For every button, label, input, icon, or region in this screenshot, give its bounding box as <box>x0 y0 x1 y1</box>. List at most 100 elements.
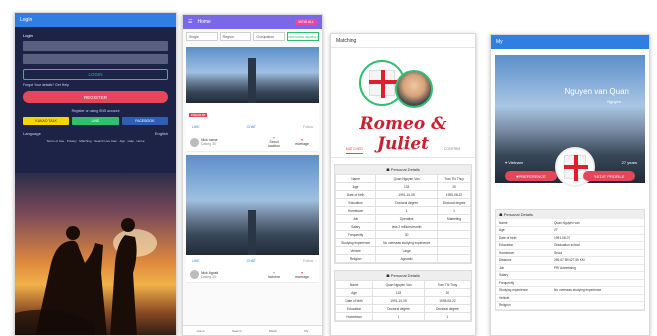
table-cell: 1991-10-05 <box>375 190 439 199</box>
table-row: Frequently <box>496 279 644 287</box>
gift-icon <box>369 70 397 98</box>
table-cell: Religion <box>496 301 551 310</box>
filter-region[interactable]: Region <box>219 32 252 41</box>
table-cell: Name <box>334 280 374 289</box>
nav-match[interactable]: Match <box>269 329 277 333</box>
table-cell <box>551 271 644 280</box>
comparison-table: Name Quan Nguyen Van Tran Thi Thuy Age 133 20… <box>334 174 471 263</box>
table-cell: Quan Nguyen Van <box>372 280 425 289</box>
table-cell: Distance <box>496 256 551 265</box>
register-button-label: REGISTER <box>83 94 107 100</box>
table-row: Education Doctoral degree Doctoral degree <box>334 198 471 207</box>
table-cell: Job <box>334 214 377 223</box>
table-row: Religion <box>496 301 644 310</box>
like-button[interactable]: LIKE <box>192 259 200 263</box>
table-row: Distance 265.67 MI/427.55 KM <box>496 256 644 265</box>
edit-profile-label: EDIT PROFILE <box>597 173 625 179</box>
table-cell <box>437 246 471 255</box>
social-buttons: KAKAO TALK LINE FACEBOOK <box>23 117 168 125</box>
profile-appbar: My <box>491 35 649 49</box>
table-row: Name Quan Nguyen van <box>496 219 644 227</box>
table-cell: Frequently <box>496 279 551 287</box>
section-header: ☗ Personal Details <box>335 165 471 174</box>
table-cell: Studying experience <box>334 238 377 247</box>
avatar[interactable] <box>190 137 199 147</box>
facebook-button[interactable]: FACEBOOK <box>121 117 168 125</box>
section-title: Personal Details <box>390 167 420 172</box>
table-cell: Salary <box>496 271 551 280</box>
profile-name: Nguyen van Quan <box>564 87 630 96</box>
table-row: Religion Agnostic <box>334 254 471 263</box>
follow-button[interactable]: Follow <box>303 125 313 129</box>
table-row: Job PR/ Advertising <box>496 264 644 272</box>
footer-links[interactable]: Terms of Use · Privacy · Matching · Sear… <box>23 139 168 143</box>
table-cell: Age <box>496 226 551 235</box>
table-cell: Date of birth <box>334 296 374 305</box>
section-title: Personal Details <box>390 273 420 278</box>
preference-button[interactable]: ♥ PREFERENCE <box>505 171 557 181</box>
like-button[interactable]: LIKE <box>192 125 200 129</box>
couple-sunset-image <box>15 173 176 335</box>
bottom-nav: Home Search Match My <box>183 325 322 335</box>
table-cell: Name <box>496 219 551 227</box>
edit-profile-button[interactable]: ✎ EDIT PROFILE <box>583 171 635 181</box>
table-cell: Date of birth <box>334 190 377 199</box>
table-cell: Age <box>334 182 377 191</box>
profile-gift-avatar[interactable] <box>555 147 595 187</box>
table-row: Age 27 <box>496 226 644 235</box>
follow-button[interactable]: Follow <box>303 259 313 263</box>
table-cell: 1 <box>375 206 439 215</box>
view-all-button[interactable]: VIEW ALL <box>295 19 317 25</box>
city-photo <box>186 47 319 103</box>
line-button[interactable]: LINE <box>72 117 119 125</box>
nav-my[interactable]: My <box>304 329 308 333</box>
username-field[interactable] <box>23 41 168 51</box>
table-cell <box>437 230 471 239</box>
language-value: English <box>154 131 168 136</box>
filter-occupation[interactable]: Occupation <box>253 32 286 41</box>
table-cell: Hometown <box>334 206 377 215</box>
table-cell: 1995-08-22 <box>423 296 472 305</box>
password-field[interactable] <box>23 54 168 64</box>
table-row: Age 133 20 <box>334 182 471 191</box>
user-sub: Dating 30 <box>201 142 216 146</box>
user-photo-avatar[interactable] <box>395 70 433 108</box>
user-sub: Dating 30 <box>201 274 216 279</box>
sns-divider: Register or using SNS account <box>71 109 120 113</box>
login-button[interactable]: LOGIN <box>23 69 168 80</box>
table-cell: Job <box>496 264 551 272</box>
table-row: Date of birth 1991-08-07 <box>496 234 644 242</box>
personal-details-section: ☗ Personal Details Name Quan Nguyen Van Tr… <box>334 164 472 264</box>
matching-screen: Matching Romeo & Juliet MATCHED REQUESTE… <box>330 33 476 336</box>
filter-single[interactable]: Single <box>186 32 218 41</box>
language-row[interactable]: Language English <box>23 131 168 136</box>
kakao-button[interactable]: KAKAO TALK <box>23 117 70 125</box>
menu-icon[interactable]: ☰ <box>188 19 192 25</box>
table-cell: Age <box>334 288 374 297</box>
match-hero: Romeo & Juliet <box>331 48 475 154</box>
forgot-link[interactable]: Forgot Your details? Get Help <box>23 83 168 87</box>
table-cell: Doctoral degree <box>437 198 471 207</box>
avatar[interactable] <box>190 270 199 279</box>
table-row: Salary less 2 millions/month <box>334 222 471 231</box>
feed-card[interactable]: PREMIUM LIKE CHAT Follow Nick name Datin… <box>186 47 319 152</box>
profile-age: 27 years <box>621 160 637 165</box>
chat-button[interactable]: CHAT <box>247 259 256 263</box>
table-row: Studying experience No overseas studying … <box>496 286 644 295</box>
table-cell: Tran Thi Thuy <box>423 280 472 289</box>
nav-home[interactable]: Home <box>197 329 205 333</box>
table-cell <box>437 254 471 263</box>
table-cell: Frequently <box>334 230 377 239</box>
table-cell: No overseas studying experience <box>551 286 644 295</box>
table-cell: No overseas studying experience <box>375 238 439 247</box>
matching-search-button[interactable]: MATCHING SEARCH <box>287 32 320 41</box>
filter-bar: Single Region Occupation MATCHING SEARCH <box>183 29 322 44</box>
feed-card[interactable]: LIKE CHAT Follow Nick Agosti Dating 30 ⌖… <box>186 155 319 283</box>
nav-search[interactable]: Search <box>232 329 242 333</box>
screenshot-collage: Login Login LOGIN Forgot Your details? G… <box>0 0 657 336</box>
table-cell: Education <box>334 198 377 207</box>
chat-button[interactable]: CHAT <box>247 125 256 129</box>
table-row: Frequently 30 <box>334 230 471 239</box>
register-button[interactable]: REGISTER <box>23 91 168 103</box>
table-cell: Operative <box>375 214 439 223</box>
